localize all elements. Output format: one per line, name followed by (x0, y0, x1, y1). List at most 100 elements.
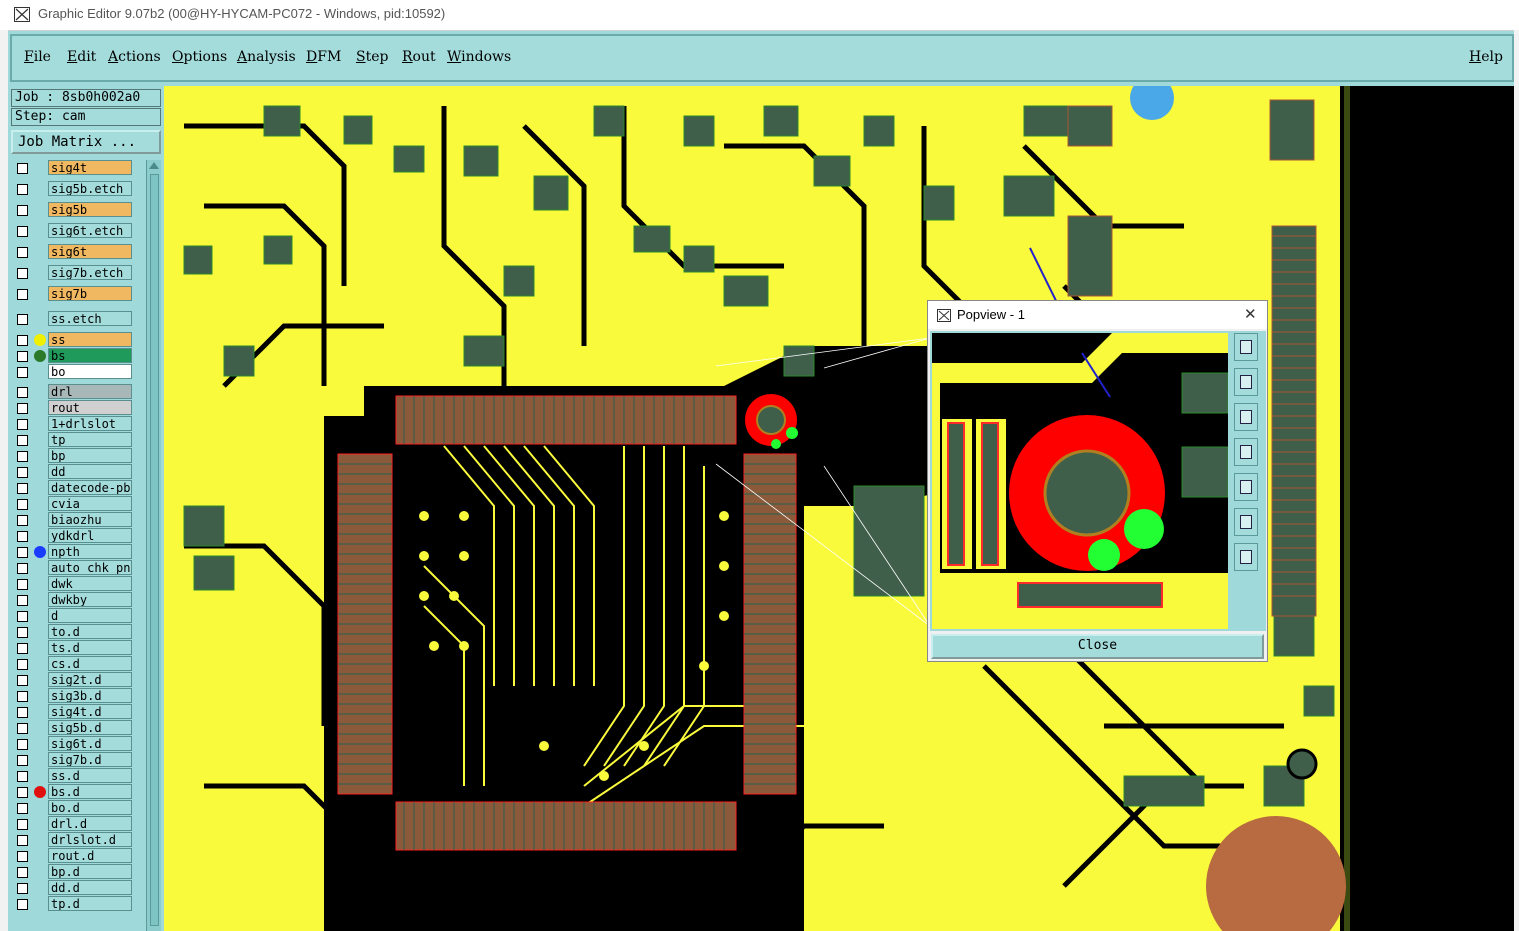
layer-row[interactable]: ts.d (8, 640, 134, 656)
layer-checkbox[interactable] (17, 883, 28, 894)
layer-scrollbar[interactable] (146, 160, 161, 931)
layer-label[interactable]: dwk (48, 576, 132, 591)
layer-row[interactable]: auto_chk_pnl (8, 560, 134, 576)
close-icon[interactable]: ✕ (1244, 305, 1257, 323)
layer-checkbox[interactable] (17, 819, 28, 830)
layer-label[interactable]: rout (48, 400, 132, 415)
layer-label[interactable]: ts.d (48, 640, 132, 655)
layer-row[interactable]: sig6t (8, 244, 134, 260)
pan-left-button[interactable] (1234, 438, 1258, 466)
layer-checkbox[interactable] (17, 531, 28, 542)
layer-checkbox[interactable] (17, 163, 28, 174)
zoom-out-button[interactable] (1234, 508, 1258, 536)
layer-row[interactable]: sig3b.d (8, 688, 134, 704)
layer-checkbox[interactable] (17, 659, 28, 670)
layer-checkbox[interactable] (17, 611, 28, 622)
layer-label[interactable]: sig5b.d (48, 720, 132, 735)
layer-label[interactable]: bs (48, 348, 132, 363)
menu-step[interactable]: Step (356, 49, 388, 65)
layer-label[interactable]: bp (48, 448, 132, 463)
layer-checkbox[interactable] (17, 403, 28, 414)
layer-row[interactable]: to.d (8, 624, 134, 640)
scroll-track[interactable] (150, 174, 159, 926)
popview-canvas[interactable] (932, 333, 1228, 629)
popview-titlebar[interactable]: Popview - 1 ✕ (928, 301, 1267, 329)
layer-checkbox[interactable] (17, 226, 28, 237)
menu-dfm[interactable]: DFM (306, 49, 341, 65)
layer-row[interactable]: tp.d (8, 896, 134, 912)
layer-row[interactable]: sig4t.d (8, 704, 134, 720)
layer-checkbox[interactable] (17, 627, 28, 638)
layer-row[interactable]: sig4t (8, 160, 134, 176)
layer-row[interactable]: bo.d (8, 800, 134, 816)
layer-row[interactable]: bs (8, 348, 134, 364)
layer-row[interactable]: sig7b.etch (8, 265, 134, 281)
layer-label[interactable]: biaozhu (48, 512, 132, 527)
layer-checkbox[interactable] (17, 723, 28, 734)
layer-label[interactable]: sig7b (48, 286, 132, 301)
zoom-home-button[interactable] (1234, 333, 1258, 361)
layer-label[interactable]: cs.d (48, 656, 132, 671)
layer-checkbox[interactable] (17, 268, 28, 279)
layer-checkbox[interactable] (17, 867, 28, 878)
layer-checkbox[interactable] (17, 899, 28, 910)
layer-row[interactable]: sig6t.d (8, 736, 134, 752)
layer-label[interactable]: bo.d (48, 800, 132, 815)
layer-label[interactable]: rout.d (48, 848, 132, 863)
layer-checkbox[interactable] (17, 467, 28, 478)
layer-row[interactable]: cs.d (8, 656, 134, 672)
layer-checkbox[interactable] (17, 184, 28, 195)
pan-up-button[interactable] (1234, 368, 1258, 396)
layer-row[interactable]: sig7b.d (8, 752, 134, 768)
layer-checkbox[interactable] (17, 289, 28, 300)
menu-rout[interactable]: Rout (402, 49, 436, 65)
layer-label[interactable]: sig6t.d (48, 736, 132, 751)
layer-row[interactable]: ss (8, 332, 134, 348)
layer-row[interactable]: sig5b (8, 202, 134, 218)
layer-checkbox[interactable] (17, 691, 28, 702)
layer-row[interactable]: sig7b (8, 286, 134, 302)
layer-label[interactable]: sig4t (48, 160, 132, 175)
layer-label[interactable]: drl (48, 384, 132, 399)
layer-label[interactable]: ss.d (48, 768, 132, 783)
layer-label[interactable]: sig7b.d (48, 752, 132, 767)
layer-row[interactable]: ss.etch (8, 311, 134, 327)
layer-row[interactable]: bp (8, 448, 134, 464)
layer-label[interactable]: auto_chk_pnl (48, 560, 132, 575)
menu-analysis[interactable]: Analysis (237, 49, 296, 65)
menu-help[interactable]: Help (1469, 49, 1503, 65)
layer-label[interactable]: drl.d (48, 816, 132, 831)
popview-close-button[interactable]: Close (931, 634, 1264, 659)
layer-row[interactable]: npth (8, 544, 134, 560)
layer-checkbox[interactable] (17, 771, 28, 782)
layer-row[interactable]: bo (8, 364, 134, 380)
layer-checkbox[interactable] (17, 483, 28, 494)
layer-label[interactable]: sig6t.etch (48, 223, 132, 238)
layer-row[interactable]: ydkdrl (8, 528, 134, 544)
layer-label[interactable]: bs.d (48, 784, 132, 799)
layer-label[interactable]: sig6t (48, 244, 132, 259)
layer-label[interactable]: sig3b.d (48, 688, 132, 703)
layer-checkbox[interactable] (17, 851, 28, 862)
layer-label[interactable]: tp.d (48, 896, 132, 911)
layer-checkbox[interactable] (17, 351, 28, 362)
layer-checkbox[interactable] (17, 247, 28, 258)
layer-label[interactable]: to.d (48, 624, 132, 639)
layer-checkbox[interactable] (17, 451, 28, 462)
layer-label[interactable]: sig7b.etch (48, 265, 132, 280)
layer-checkbox[interactable] (17, 835, 28, 846)
layer-row[interactable]: datecode-pbe (8, 480, 134, 496)
layer-row[interactable]: dwk (8, 576, 134, 592)
layer-row[interactable]: dwkby (8, 592, 134, 608)
layer-row[interactable]: biaozhu (8, 512, 134, 528)
layer-checkbox[interactable] (17, 579, 28, 590)
layer-label[interactable]: datecode-pbe (48, 480, 132, 495)
graphic-canvas[interactable] (164, 86, 1514, 931)
layer-checkbox[interactable] (17, 707, 28, 718)
popview-zoom-graphic[interactable] (932, 333, 1228, 629)
layer-row[interactable]: sig5b.etch (8, 181, 134, 197)
layer-row[interactable]: d (8, 608, 134, 624)
layer-checkbox[interactable] (17, 499, 28, 510)
layer-row[interactable]: ss.d (8, 768, 134, 784)
layer-label[interactable]: drlslot.d (48, 832, 132, 847)
